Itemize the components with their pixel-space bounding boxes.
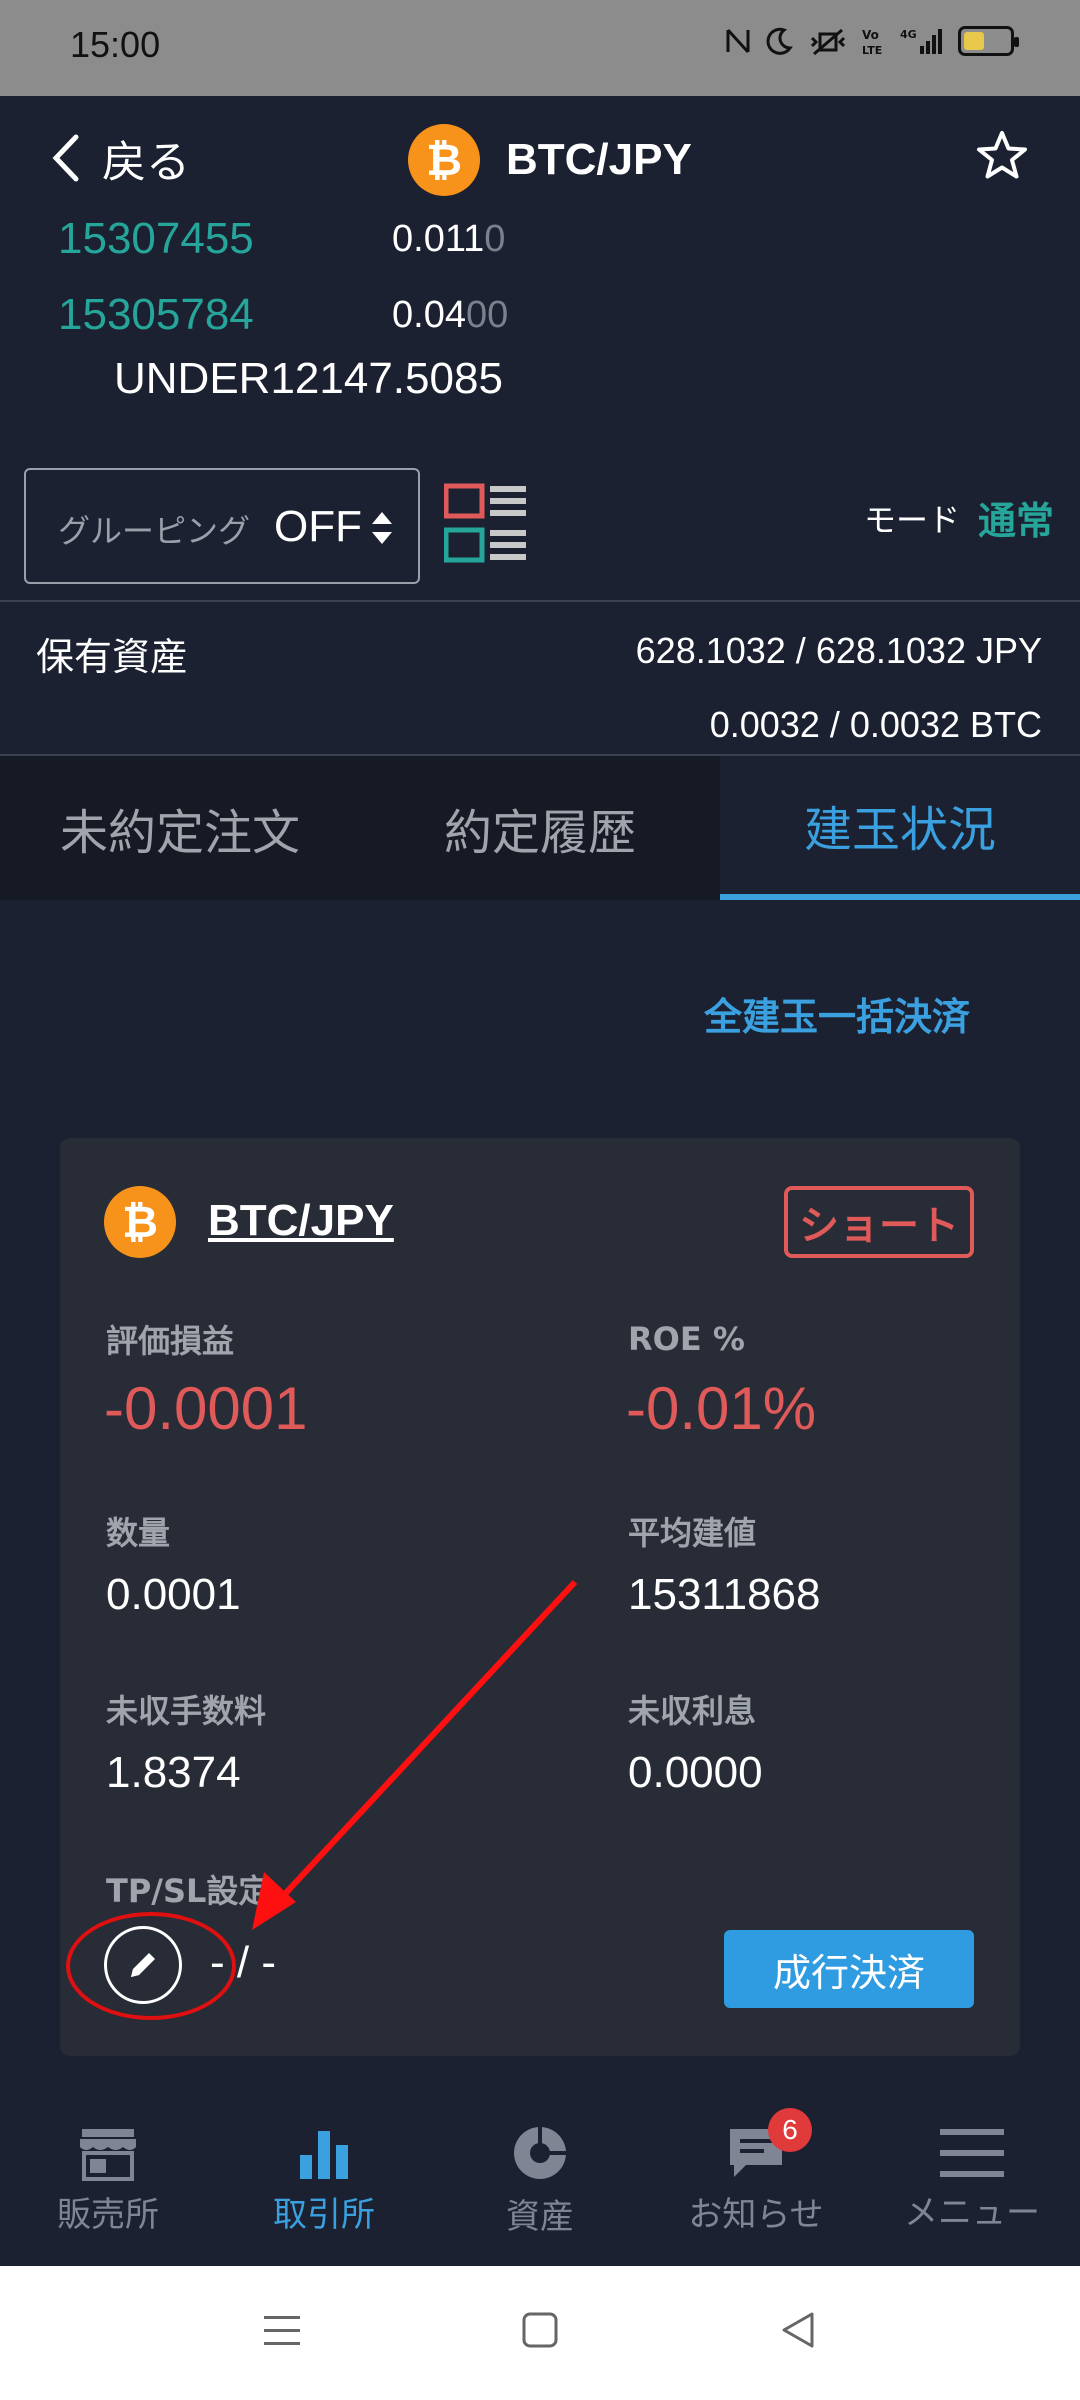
tpsl-value: - / -	[210, 1938, 276, 1987]
holdings-label: 保有資産	[36, 635, 189, 679]
pair-title: ₿ BTC/JPY	[408, 124, 692, 196]
unpaid-fee-value: 1.8374	[106, 1748, 241, 1797]
nav-label: お知らせ	[688, 2194, 824, 2235]
vibrate-icon	[810, 28, 846, 56]
page-title: BTC/JPY	[506, 135, 692, 184]
home-icon[interactable]	[520, 2310, 560, 2350]
avg-entry-label: 平均建値	[628, 1514, 757, 1552]
grouping-select[interactable]: グルーピング OFF	[24, 468, 420, 584]
nav-label: 販売所	[57, 2194, 159, 2235]
back-button[interactable]: 戻る	[50, 126, 190, 190]
back-label: 戻る	[102, 137, 190, 188]
pnl-label: 評価損益	[106, 1322, 235, 1360]
volte-icon: Vo LTE	[862, 28, 882, 56]
back-nav-icon[interactable]	[778, 2310, 818, 2350]
orderbook-price[interactable]: 15307455	[58, 214, 254, 264]
pie-chart-icon	[514, 2126, 566, 2179]
orderbook-layout-icon[interactable]	[444, 482, 528, 566]
grouping-label: グルーピング	[58, 512, 251, 550]
nav-assets[interactable]: 資産	[432, 2094, 648, 2266]
notification-badge: 6	[768, 2108, 812, 2152]
mode-label: モード	[863, 500, 960, 539]
pencil-icon	[131, 1953, 155, 1977]
market-close-button[interactable]: 成行決済	[724, 1930, 974, 2008]
grouping-value: OFF	[274, 502, 362, 551]
nav-exchange[interactable]: 取引所	[216, 2094, 432, 2266]
orderbook-qty: 0.0400	[392, 294, 509, 336]
orderbook-under: UNDER12147.5085	[114, 354, 503, 403]
nav-store[interactable]: 販売所	[0, 2094, 216, 2266]
tpsl-edit-button[interactable]	[104, 1926, 182, 2004]
mode-value: 通常	[977, 499, 1054, 543]
side-badge: ショート	[784, 1186, 974, 1258]
tab-open-orders[interactable]: 未約定注文	[0, 756, 360, 900]
quantity-value: 0.0001	[106, 1570, 241, 1619]
system-nav-bar	[0, 2266, 1080, 2400]
recent-apps-icon[interactable]	[262, 2310, 302, 2350]
unpaid-fee-label: 未収手数料	[106, 1692, 267, 1730]
btc-coin-icon: ₿	[104, 1186, 176, 1258]
signal-4g-icon: 4G	[900, 28, 942, 54]
status-time: 15:00	[70, 24, 161, 65]
unpaid-interest-value: 0.0000	[628, 1748, 763, 1797]
close-all-positions-link[interactable]: 全建玉一括決済	[704, 986, 970, 1041]
tab-trade-history[interactable]: 約定履歴	[360, 756, 720, 900]
position-card: ₿ BTC/JPY ショート 評価損益 -0.0001 ROE % -0.01%…	[60, 1138, 1020, 2056]
roe-label: ROE %	[628, 1320, 745, 1358]
app-header: 戻る ₿ BTC/JPY	[0, 96, 1080, 226]
divider	[0, 600, 1080, 602]
sort-arrows-icon	[372, 512, 392, 544]
store-icon	[80, 2128, 136, 2181]
avg-entry-value: 15311868	[628, 1570, 821, 1619]
nav-label: 取引所	[273, 2194, 375, 2235]
menu-icon	[940, 2128, 1004, 2177]
holdings-btc: 0.0032 / 0.0032 BTC	[709, 704, 1042, 745]
unpaid-interest-label: 未収利息	[628, 1692, 757, 1730]
orderbook: 15307455 0.0110 15305784 0.0400 UNDER121…	[0, 210, 1080, 410]
svg-text:4G: 4G	[900, 28, 917, 41]
bar-chart-icon	[300, 2130, 348, 2179]
status-bar: 15:00 Vo LTE 4G	[0, 0, 1080, 96]
bottom-nav: 販売所 取引所 資産 お知らせ 6 メニュー	[0, 2094, 1080, 2266]
roe-value: -0.01%	[626, 1375, 817, 1442]
holdings-jpy: 628.1032 / 628.1032 JPY	[635, 630, 1042, 671]
orderbook-qty: 0.0110	[392, 218, 506, 260]
holdings-section: 保有資産 628.1032 / 628.1032 JPY 0.0032 / 0.…	[0, 604, 1080, 754]
tab-positions[interactable]: 建玉状況	[720, 756, 1080, 900]
svg-text:LTE: LTE	[862, 44, 882, 56]
status-icons: Vo LTE 4G	[724, 26, 1019, 56]
battery-icon	[958, 26, 1019, 56]
btc-coin-icon: ₿	[408, 124, 480, 196]
quantity-label: 数量	[106, 1514, 171, 1552]
nav-label: 資産	[506, 2196, 574, 2237]
moon-icon	[766, 27, 793, 55]
order-tabs: 未約定注文 約定履歴 建玉状況	[0, 756, 1080, 900]
position-pair-link[interactable]: BTC/JPY	[208, 1196, 394, 1246]
pnl-value: -0.0001	[104, 1375, 308, 1442]
nfc-icon	[726, 28, 750, 54]
tpsl-label: TP/SL設定	[106, 1872, 271, 1910]
nav-menu[interactable]: メニュー	[864, 2094, 1080, 2266]
nav-notifications[interactable]: お知らせ 6	[648, 2094, 864, 2266]
mode-toggle[interactable]: モード 通常	[864, 490, 1054, 545]
nav-label: メニュー	[904, 2192, 1040, 2233]
orderbook-price[interactable]: 15305784	[58, 290, 254, 340]
svg-text:Vo: Vo	[862, 28, 879, 42]
star-icon[interactable]	[974, 128, 1030, 184]
chevron-left-icon	[52, 134, 79, 182]
